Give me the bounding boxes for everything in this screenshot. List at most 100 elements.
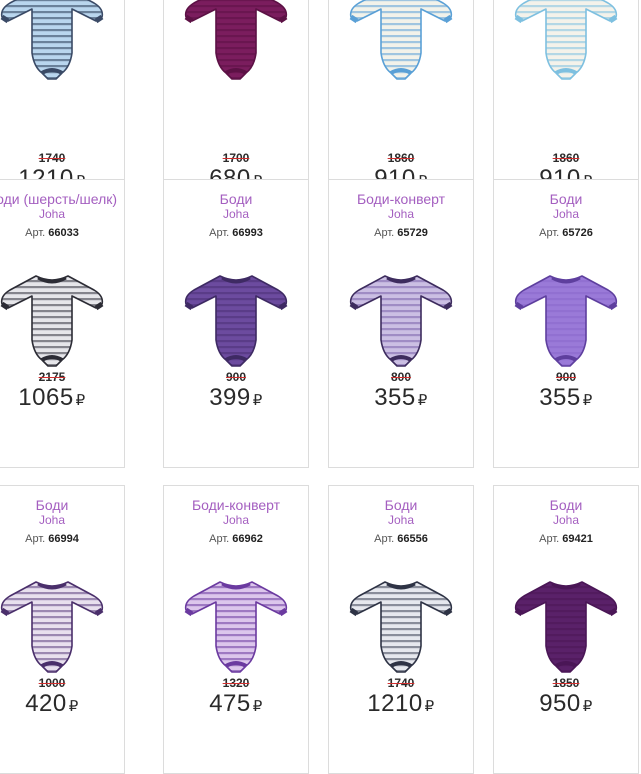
product-article: Арт. 65726 bbox=[494, 227, 638, 239]
product-image[interactable] bbox=[0, 0, 124, 101]
old-price: 900 bbox=[555, 370, 577, 384]
ruble-icon: ₽ bbox=[252, 698, 263, 715]
article-number: 66556 bbox=[397, 533, 428, 545]
old-price: 2175 bbox=[38, 370, 66, 384]
product-card[interactable]: Боди Joha Арт. 65726 900 355 ₽ bbox=[493, 179, 639, 468]
current-price: 355 ₽ bbox=[329, 384, 473, 412]
old-price: 1320 bbox=[222, 676, 250, 690]
product-title[interactable]: Боди (шерсть/шелк) bbox=[0, 192, 124, 207]
old-price: 900 bbox=[225, 370, 247, 384]
article-number: 66994 bbox=[48, 533, 79, 545]
article-number: 66962 bbox=[232, 533, 263, 545]
bodysuit-image bbox=[0, 0, 104, 80]
article-number: 66033 bbox=[48, 227, 79, 239]
old-price: 1860 bbox=[387, 151, 415, 165]
old-price: 1850 bbox=[552, 676, 580, 690]
product-brand[interactable]: Joha bbox=[329, 514, 473, 527]
product-title[interactable]: Боди bbox=[494, 498, 638, 513]
article-label: Арт. bbox=[25, 227, 46, 239]
product-article: Арт. 66962 bbox=[164, 533, 308, 545]
price-value: 355 bbox=[539, 384, 581, 411]
product-brand[interactable]: Joha bbox=[494, 208, 638, 221]
product-title[interactable]: Боди-конверт bbox=[329, 192, 473, 207]
price-value: 399 bbox=[209, 384, 251, 411]
article-number: 69421 bbox=[562, 533, 593, 545]
old-price: 1740 bbox=[38, 151, 66, 165]
bodysuit-image bbox=[0, 275, 104, 367]
article-number: 65729 bbox=[397, 227, 428, 239]
article-label: Арт. bbox=[209, 533, 230, 545]
product-title[interactable]: Боди-конверт bbox=[164, 498, 308, 513]
bodysuit-image bbox=[184, 275, 288, 367]
old-price: 1000 bbox=[38, 676, 66, 690]
bodysuit-image bbox=[184, 0, 288, 80]
product-card[interactable]: Боди-конверт Joha Арт. 65729 800 355 ₽ bbox=[328, 179, 474, 468]
bodysuit-image bbox=[514, 0, 618, 80]
article-label: Арт. bbox=[539, 533, 560, 545]
product-article: Арт. 65729 bbox=[329, 227, 473, 239]
old-price: 1700 bbox=[222, 151, 250, 165]
price-value: 950 bbox=[539, 690, 581, 717]
product-image[interactable] bbox=[329, 0, 473, 101]
product-image[interactable] bbox=[494, 0, 638, 101]
product-brand[interactable]: Joha bbox=[494, 514, 638, 527]
current-price: 355 ₽ bbox=[494, 384, 638, 412]
bodysuit-image bbox=[184, 581, 288, 673]
product-title[interactable]: Боди bbox=[0, 498, 124, 513]
ruble-icon: ₽ bbox=[582, 392, 593, 409]
current-price: 399 ₽ bbox=[164, 384, 308, 412]
price-value: 1210 bbox=[367, 690, 423, 717]
bodysuit-image bbox=[514, 275, 618, 367]
product-article: Арт. 66033 bbox=[0, 227, 124, 239]
product-title[interactable]: Боди bbox=[494, 192, 638, 207]
article-label: Арт. bbox=[374, 533, 395, 545]
product-card[interactable]: Боди Joha Арт. 66993 900 399 ₽ bbox=[163, 179, 309, 468]
product-brand[interactable]: Joha bbox=[329, 208, 473, 221]
article-label: Арт. bbox=[374, 227, 395, 239]
product-title[interactable]: Боди bbox=[164, 192, 308, 207]
product-brand[interactable]: Joha bbox=[0, 208, 124, 221]
article-label: Арт. bbox=[25, 533, 46, 545]
product-article: Арт. 66993 bbox=[164, 227, 308, 239]
current-price: 420 ₽ bbox=[0, 690, 124, 718]
product-card[interactable]: Боди-конверт Joha Арт. 66962 1320 475 ₽ bbox=[163, 485, 309, 774]
ruble-icon: ₽ bbox=[75, 392, 86, 409]
product-image[interactable] bbox=[164, 0, 308, 101]
old-price: 1740 bbox=[387, 676, 415, 690]
ruble-icon: ₽ bbox=[417, 392, 428, 409]
bodysuit-image bbox=[514, 581, 618, 673]
product-brand[interactable]: Joha bbox=[164, 514, 308, 527]
ruble-icon: ₽ bbox=[582, 698, 593, 715]
ruble-icon: ₽ bbox=[424, 698, 435, 715]
product-card[interactable]: Боди Joha Арт. 66556 1740 1210 ₽ bbox=[328, 485, 474, 774]
product-card[interactable]: Боди Joha Арт. 69421 1850 950 ₽ bbox=[493, 485, 639, 774]
product-brand[interactable]: Joha bbox=[164, 208, 308, 221]
product-card[interactable]: Боди Joha Арт. 66994 1000 420 ₽ bbox=[0, 485, 125, 774]
product-article: Арт. 66556 bbox=[329, 533, 473, 545]
product-brand[interactable]: Joha bbox=[0, 514, 124, 527]
price-value: 475 bbox=[209, 690, 251, 717]
article-label: Арт. bbox=[209, 227, 230, 239]
bodysuit-image bbox=[349, 275, 453, 367]
product-card[interactable]: Боди (шерсть/шелк)Joha Арт. 66033 2175 1… bbox=[0, 179, 125, 468]
product-article: Арт. 69421 bbox=[494, 533, 638, 545]
product-title[interactable]: Боди bbox=[329, 498, 473, 513]
bodysuit-image bbox=[0, 581, 104, 673]
product-article: Арт. 66994 bbox=[0, 533, 124, 545]
article-label: Арт. bbox=[539, 227, 560, 239]
current-price: 1065 ₽ bbox=[0, 384, 124, 412]
old-price: 800 bbox=[390, 370, 412, 384]
price-value: 355 bbox=[374, 384, 416, 411]
bodysuit-image bbox=[349, 0, 453, 80]
price-value: 1065 bbox=[18, 384, 74, 411]
price-value: 420 bbox=[25, 690, 67, 717]
article-number: 66993 bbox=[232, 227, 263, 239]
article-number: 65726 bbox=[562, 227, 593, 239]
current-price: 950 ₽ bbox=[494, 690, 638, 718]
current-price: 475 ₽ bbox=[164, 690, 308, 718]
bodysuit-image bbox=[349, 581, 453, 673]
ruble-icon: ₽ bbox=[68, 698, 79, 715]
current-price: 1210₽ bbox=[329, 690, 473, 718]
old-price: 1860 bbox=[552, 151, 580, 165]
ruble-icon: ₽ bbox=[252, 392, 263, 409]
